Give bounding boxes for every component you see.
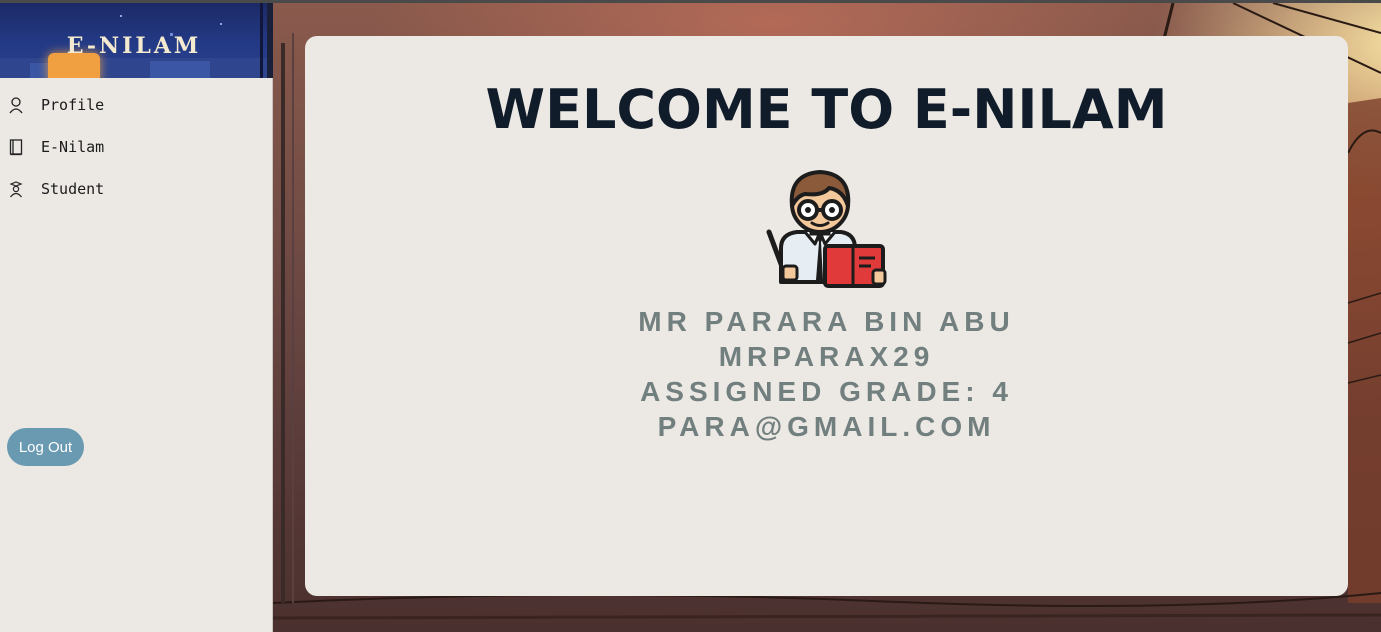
logout-button[interactable]: Log Out — [7, 428, 84, 466]
book-icon — [8, 138, 24, 156]
brand-logo-text: E-NILAM — [66, 33, 202, 59]
sidebar-item-student[interactable]: Student — [0, 168, 272, 210]
sidebar-item-profile[interactable]: Profile — [0, 84, 272, 126]
profile-email: PARA@GMAIL.COM — [657, 411, 996, 442]
sidebar-item-label: Profile — [41, 96, 105, 114]
brand-banner: E-NILAM — [0, 3, 273, 78]
welcome-card: WELCOME TO E-NILAM MR PARARA BIN ABU MRP… — [305, 36, 1348, 596]
page-title: WELCOME TO E-NILAM — [485, 78, 1168, 141]
sidebar: E-NILAM Profile E-Nilam Student Log Out — [0, 3, 273, 632]
sidebar-nav: Profile E-Nilam Student — [0, 78, 272, 210]
profile-info: MR PARARA BIN ABU MRPARAX29 ASSIGNED GRA… — [305, 304, 1348, 444]
sidebar-item-e-nilam[interactable]: E-Nilam — [0, 126, 272, 168]
profile-grade: ASSIGNED GRADE: 4 — [640, 376, 1013, 407]
user-icon — [8, 96, 24, 114]
profile-name: MR PARARA BIN ABU — [638, 306, 1015, 337]
sidebar-item-label: Student — [41, 180, 105, 198]
teacher-avatar-icon — [763, 162, 889, 288]
student-icon — [8, 180, 24, 198]
sidebar-item-label: E-Nilam — [41, 138, 105, 156]
profile-username: MRPARAX29 — [718, 341, 935, 372]
